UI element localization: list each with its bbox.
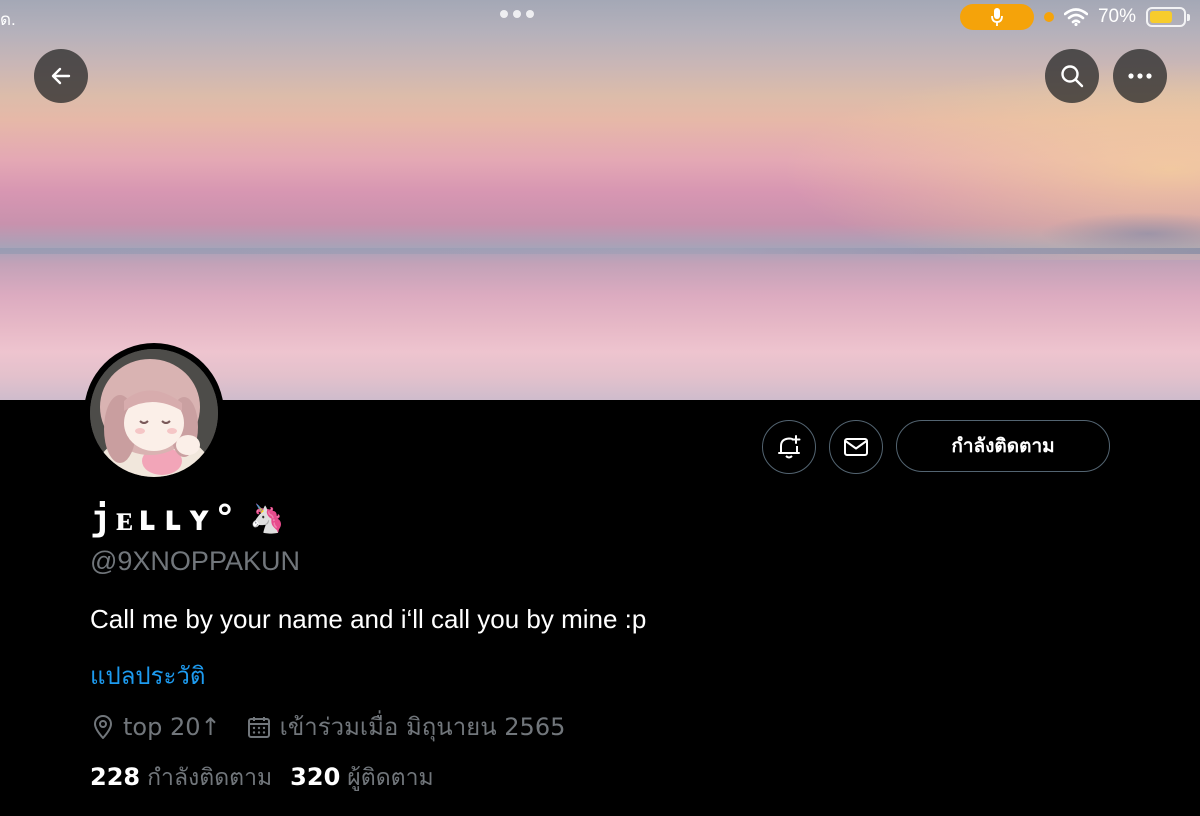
battery-icon [1146,7,1190,27]
following-stat-link[interactable]: 228 กำลังติดตาม [90,760,272,796]
profile-meta: top 20↑ เข้าร่วมเมื่อ มิถุนายน 2565 [92,707,565,746]
location-text: top 20↑ [123,712,221,741]
user-handle: @9XNOPPAKUN [90,546,300,576]
status-bar-right: 70% [959,4,1190,30]
more-options-button[interactable] [1113,49,1167,103]
followers-label: ผู้ติดตาม [347,765,434,791]
privacy-indicator-dot [1043,12,1054,22]
followers-count: 320 [290,763,341,791]
profile-banner[interactable] [0,0,1200,400]
followers-stat-link[interactable]: 320 ผู้ติดตาม [290,760,433,796]
translate-bio-link[interactable]: แปลประวัติ [90,656,206,695]
microphone-indicator[interactable] [959,4,1034,30]
following-count: 228 [90,763,141,791]
bell-plus-icon [778,435,801,459]
following-label: กำลังติดตาม [147,765,273,791]
location-pin-icon [94,714,112,739]
arrow-left-icon [51,67,71,85]
multitasking-dots[interactable] [500,10,534,18]
microphone-icon [991,8,1003,26]
banner-cloud [1040,212,1200,248]
notifications-button[interactable] [762,420,816,474]
mail-icon [844,438,868,456]
status-bar-left-text: ด. [0,10,16,29]
battery-level [1150,11,1173,23]
unicorn-emoji: 🦄 [249,502,285,534]
more-horizontal-icon [1128,73,1152,79]
battery-percentage: 70% [1097,6,1136,27]
back-button[interactable] [34,49,88,103]
search-icon [1061,65,1084,88]
joined-date-text: เข้าร่วมเมื่อ มิถุนายน 2565 [279,713,566,741]
joined-date-item: เข้าร่วมเมื่อ มิถุนายน 2565 [247,707,566,746]
calendar-icon [247,716,270,738]
search-button[interactable] [1045,49,1099,103]
location-item: top 20↑ [92,713,221,741]
following-button[interactable]: กำลังติดตาม [896,420,1110,472]
display-name-text: jᴇʟʟʏ° [90,498,240,539]
follow-stats: 228 กำลังติดตาม 320 ผู้ติดตาม [90,760,434,796]
avatar-image [90,349,218,477]
wifi-icon [1063,8,1088,26]
display-name: jᴇʟʟʏ° 🦄 [90,497,285,539]
avatar[interactable] [84,343,224,483]
banner-horizon [0,248,1200,254]
profile-bio: Call me by your name and i‘ll call you b… [90,604,647,634]
message-button[interactable] [829,420,883,474]
